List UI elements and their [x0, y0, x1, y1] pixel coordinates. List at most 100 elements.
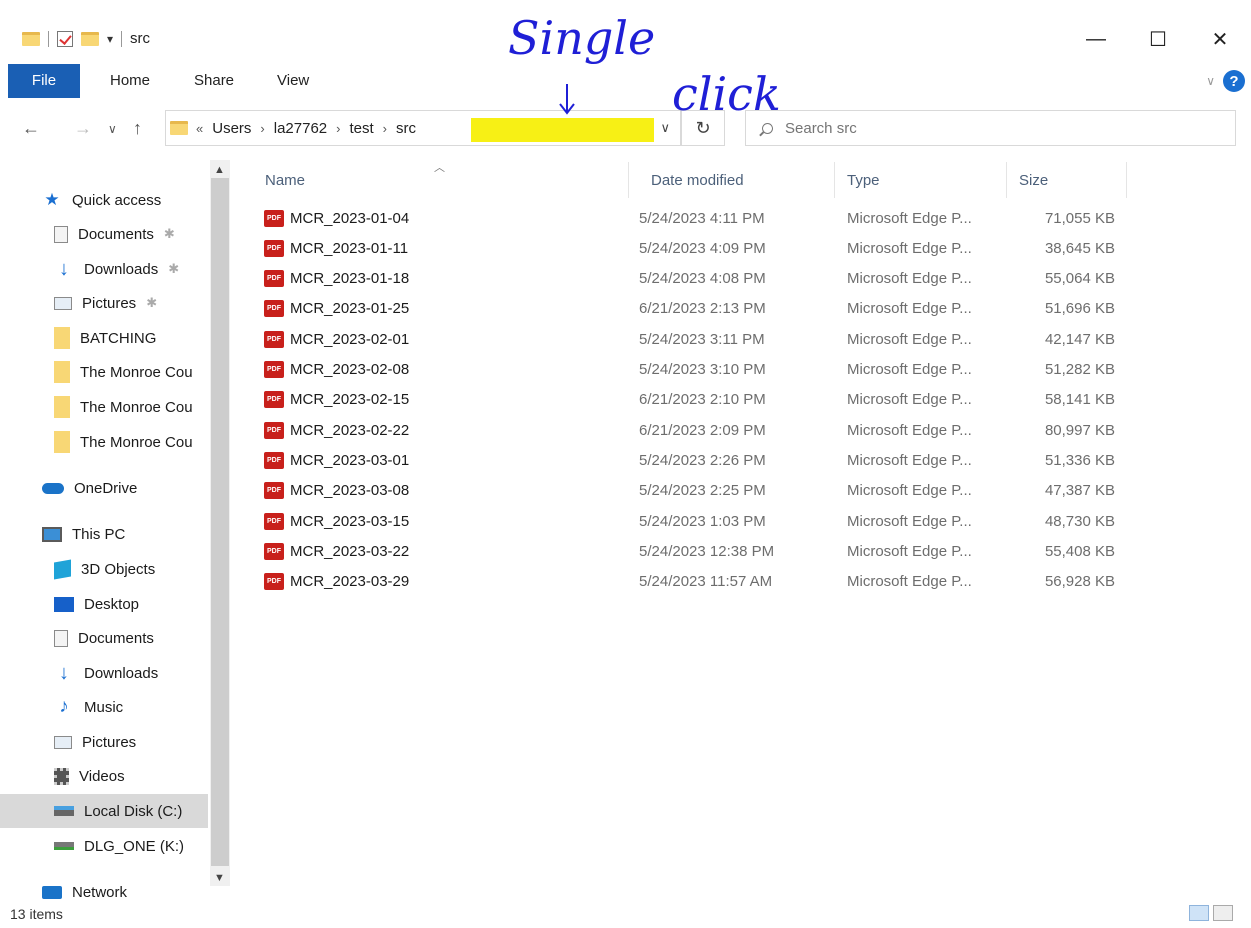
- file-size: 71,055 KB: [1044, 209, 1115, 227]
- file-row[interactable]: PDF MCR_2023-03-22 5/24/2023 12:38 PM Micro…: [255, 536, 1135, 566]
- large-icons-view-icon[interactable]: [1213, 905, 1233, 921]
- sidebar-item-3d-objects[interactable]: 3D Objects: [0, 552, 208, 586]
- scroll-up-arrow-icon[interactable]: ▲: [214, 164, 225, 176]
- tab-home[interactable]: Home: [110, 64, 150, 98]
- sidebar-item-desktop[interactable]: Desktop: [0, 587, 208, 621]
- sidebar-item-downloads[interactable]: ↓ Downloads ✱: [0, 252, 208, 286]
- tab-share[interactable]: Share: [194, 64, 234, 98]
- column-header-date-modified[interactable]: Date modified: [641, 162, 835, 198]
- local-disk-icon: [54, 806, 74, 816]
- back-arrow-icon[interactable]: ←: [22, 118, 40, 139]
- breadcrumb-chevron-icon[interactable]: ›: [383, 121, 387, 136]
- sidebar-scrollbar-thumb[interactable]: [211, 178, 229, 866]
- file-row[interactable]: PDF MCR_2023-02-01 5/24/2023 3:11 PM Micros…: [255, 324, 1135, 354]
- sidebar-item-monroe-1[interactable]: The Monroe Cou: [0, 355, 208, 389]
- search-input[interactable]: [785, 119, 1205, 137]
- sidebar-item-music[interactable]: ♪ Music: [0, 690, 208, 724]
- pin-icon[interactable]: ✱: [168, 261, 179, 277]
- file-size: 80,997 KB: [1044, 421, 1115, 439]
- tab-view[interactable]: View: [277, 64, 309, 98]
- file-type: Microsoft Edge P...: [847, 239, 972, 257]
- sidebar-item-label: DLG_ONE (K:): [84, 837, 185, 855]
- file-row[interactable]: PDF MCR_2023-03-29 5/24/2023 11:57 AM Micro…: [255, 567, 1135, 597]
- sidebar-item-pictures-pc[interactable]: Pictures: [0, 725, 208, 759]
- pdf-file-icon: PDF: [264, 330, 284, 348]
- sidebar-item-documents[interactable]: Documents ✱: [0, 217, 208, 251]
- file-row[interactable]: PDF MCR_2023-02-08 5/24/2023 3:10 PM Micros…: [255, 355, 1135, 385]
- breadcrumb-test[interactable]: test: [349, 120, 373, 137]
- recent-locations-chevron-icon[interactable]: ∨: [108, 122, 117, 136]
- pin-icon[interactable]: ✱: [164, 226, 175, 242]
- file-name: MCR_2023-03-15: [290, 512, 410, 530]
- file-type: Microsoft Edge P...: [847, 391, 972, 409]
- sidebar-item-this-pc[interactable]: This PC: [0, 517, 208, 551]
- file-row[interactable]: PDF MCR_2023-01-11 5/24/2023 4:09 PM Micros…: [255, 233, 1135, 263]
- pdf-file-icon: PDF: [264, 482, 284, 500]
- address-dropdown-chevron-icon[interactable]: ∨: [660, 120, 670, 136]
- file-row[interactable]: PDF MCR_2023-03-15 5/24/2023 1:03 PM Micros…: [255, 506, 1135, 536]
- pin-icon[interactable]: ✱: [146, 295, 157, 311]
- breadcrumb-chevron-icon[interactable]: ›: [336, 121, 340, 136]
- status-item-count: 13 items: [10, 906, 63, 922]
- help-icon[interactable]: ?: [1223, 70, 1245, 92]
- file-row[interactable]: PDF MCR_2023-01-18 5/24/2023 4:08 PM Micros…: [255, 264, 1135, 294]
- folder-icon: [54, 431, 70, 453]
- sidebar-item-label: BATCHING: [80, 329, 157, 347]
- forward-arrow-icon[interactable]: →: [74, 118, 92, 139]
- sidebar-item-label: The Monroe Cou: [80, 433, 193, 451]
- pdf-file-icon: PDF: [264, 270, 284, 288]
- column-header-size[interactable]: Size: [1009, 162, 1127, 198]
- new-folder-icon[interactable]: [81, 31, 99, 46]
- sidebar-item-dlg-one[interactable]: DLG_ONE (K:): [0, 829, 208, 863]
- minimize-button[interactable]: —: [1065, 22, 1127, 56]
- sidebar-item-pictures[interactable]: Pictures ✱: [0, 286, 208, 320]
- column-header-name[interactable]: Name: [255, 162, 629, 198]
- close-button[interactable]: ✕: [1189, 22, 1251, 56]
- sidebar-item-videos[interactable]: Videos: [0, 759, 208, 793]
- sidebar-item-quick-access[interactable]: ★ Quick access: [0, 183, 208, 217]
- column-header-type[interactable]: Type: [837, 162, 1007, 198]
- file-row[interactable]: PDF MCR_2023-01-04 5/24/2023 4:11 PM Micros…: [255, 203, 1135, 233]
- sidebar-item-local-disk[interactable]: Local Disk (C:): [0, 794, 208, 828]
- file-size: 56,928 KB: [1044, 573, 1115, 591]
- file-row[interactable]: PDF MCR_2023-01-25 6/21/2023 2:13 PM Micros…: [255, 294, 1135, 324]
- file-row[interactable]: PDF MCR_2023-03-01 5/24/2023 2:26 PM Micros…: [255, 445, 1135, 475]
- pdf-file-icon: PDF: [264, 451, 284, 469]
- file-name: MCR_2023-02-15: [290, 391, 410, 409]
- file-row[interactable]: PDF MCR_2023-03-08 5/24/2023 2:25 PM Micros…: [255, 476, 1135, 506]
- search-icon: [762, 122, 773, 134]
- sidebar-item-label: Videos: [79, 767, 125, 785]
- properties-icon[interactable]: [57, 30, 73, 47]
- overflow-chevron-icon[interactable]: «: [196, 121, 203, 136]
- breadcrumb-la27762[interactable]: la27762: [274, 120, 327, 137]
- sidebar-item-onedrive[interactable]: OneDrive: [0, 471, 208, 505]
- toolbar-divider: [48, 30, 49, 47]
- sidebar-item-downloads-pc[interactable]: ↓ Downloads: [0, 656, 208, 690]
- breadcrumb-users[interactable]: Users: [212, 120, 251, 137]
- expand-ribbon-chevron-icon[interactable]: ∨: [1206, 74, 1215, 88]
- scroll-down-arrow-icon[interactable]: ▼: [214, 872, 225, 884]
- 3d-objects-icon: [54, 559, 71, 579]
- sidebar-item-monroe-2[interactable]: The Monroe Cou: [0, 390, 208, 424]
- documents-icon: [54, 629, 68, 647]
- up-arrow-icon[interactable]: ↑: [133, 118, 142, 139]
- tab-file[interactable]: File: [8, 64, 80, 98]
- details-view-icon[interactable]: [1189, 905, 1209, 921]
- sidebar-item-documents-pc[interactable]: Documents: [0, 621, 208, 655]
- breadcrumb-src[interactable]: src: [396, 120, 416, 137]
- file-date-modified: 6/21/2023 2:10 PM: [639, 391, 766, 409]
- file-name: MCR_2023-01-25: [290, 300, 410, 318]
- file-row[interactable]: PDF MCR_2023-02-15 6/21/2023 2:10 PM Micros…: [255, 385, 1135, 415]
- sidebar-item-batching[interactable]: BATCHING: [0, 321, 208, 355]
- breadcrumb-chevron-icon[interactable]: ›: [260, 121, 264, 136]
- file-date-modified: 5/24/2023 4:09 PM: [639, 239, 766, 257]
- sidebar-item-monroe-3[interactable]: The Monroe Cou: [0, 425, 208, 459]
- file-row[interactable]: PDF MCR_2023-02-22 6/21/2023 2:09 PM Micros…: [255, 415, 1135, 445]
- file-type: Microsoft Edge P...: [847, 209, 972, 227]
- maximize-button[interactable]: ☐: [1127, 22, 1189, 56]
- quick-access-toolbar: ▾ src: [22, 30, 150, 47]
- sidebar-item-label: Documents: [78, 225, 154, 243]
- sidebar-item-network[interactable]: Network: [0, 875, 208, 909]
- customize-toolbar-chevron-icon[interactable]: ▾: [107, 32, 113, 46]
- downloads-icon: ↓: [59, 257, 69, 280]
